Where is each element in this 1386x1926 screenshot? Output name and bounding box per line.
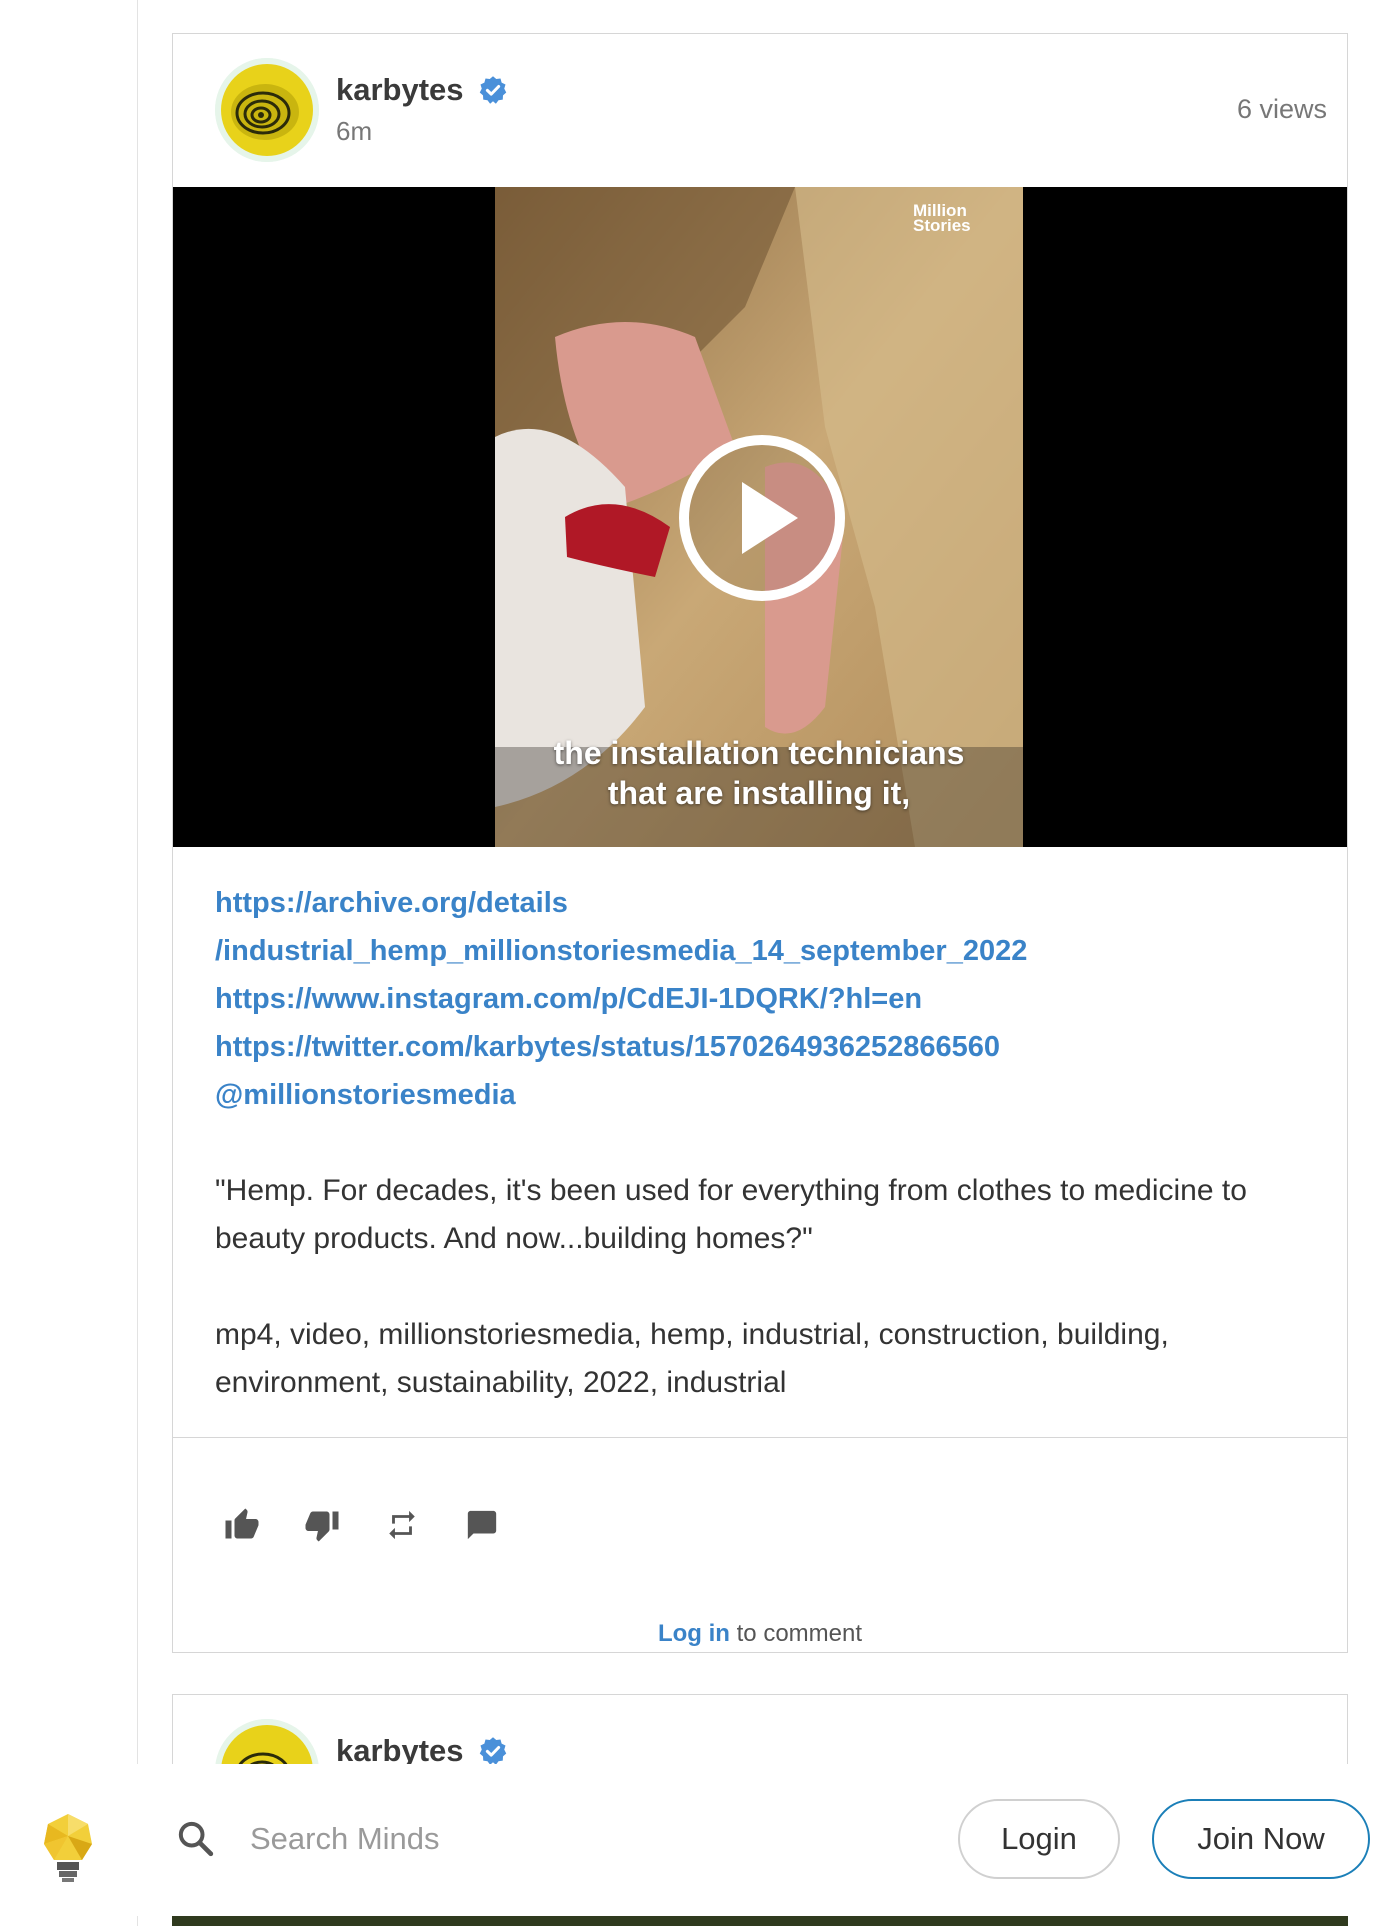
post-header: karbytes 6m 6 views	[173, 34, 1347, 187]
link-twitter[interactable]: https://twitter.com/karbytes/status/1570…	[215, 1023, 1315, 1071]
post-card: karbytes 6m 6 views Million Stories the …	[172, 33, 1348, 1653]
thumbs-up-button[interactable]	[221, 1504, 263, 1546]
video-player[interactable]: Million Stories the installation technic…	[173, 187, 1347, 847]
comment-prompt-text: to comment	[729, 1620, 863, 1647]
link-instagram[interactable]: https://www.instagram.com/p/CdEJI-1DQRK/…	[215, 975, 1315, 1023]
repost-icon	[389, 1510, 415, 1540]
remind-button[interactable]	[381, 1504, 423, 1546]
link-archive-part-1[interactable]: https://archive.org/details	[215, 879, 1315, 927]
play-icon[interactable]	[678, 434, 846, 602]
left-rail	[0, 0, 138, 1926]
minds-logo-icon[interactable]	[42, 1812, 94, 1884]
million-stories-logo: Million Stories	[913, 202, 971, 235]
verified-badge-icon	[478, 75, 508, 105]
thumbs-down-button[interactable]	[301, 1504, 343, 1546]
log-in-link[interactable]: Log in	[658, 1620, 730, 1647]
author-name[interactable]: karbytes	[336, 72, 508, 108]
search-icon[interactable]	[175, 1818, 215, 1858]
verified-badge-icon	[478, 1736, 508, 1766]
next-post-media-peek	[172, 1916, 1348, 1926]
bottom-bar: Login Join Now	[0, 1764, 1386, 1916]
search-input[interactable]	[250, 1814, 850, 1864]
login-button[interactable]: Login	[958, 1799, 1120, 1879]
caption-line-1: the installation technicians	[553, 735, 965, 771]
comment-icon	[467, 1510, 497, 1540]
author-name-text[interactable]: karbytes	[336, 72, 464, 108]
divider	[173, 1437, 1347, 1438]
post-body: https://archive.org/details /industrial_…	[215, 879, 1315, 1407]
video-caption: the installation technicians that are in…	[495, 733, 1023, 813]
comment-prompt: Log in to comment	[173, 1620, 1347, 1648]
comment-button[interactable]	[461, 1504, 503, 1546]
join-now-button[interactable]: Join Now	[1152, 1799, 1370, 1879]
page: karbytes 6m 6 views Million Stories the …	[0, 0, 1386, 1926]
link-archive-part-2[interactable]: /industrial_hemp_millionstoriesmedia_14_…	[215, 927, 1315, 975]
brand-line-2: Stories	[913, 216, 971, 235]
thumbs-up-icon	[225, 1508, 259, 1539]
avatar[interactable]	[215, 58, 319, 162]
view-count: 6 views	[1236, 94, 1327, 124]
post-actions	[221, 1504, 503, 1546]
post-quote: "Hemp. For decades, it's been used for e…	[215, 1174, 1247, 1255]
post-timestamp[interactable]: 6m	[336, 116, 372, 147]
post-tags: mp4, video, millionstoriesmedia, hemp, i…	[215, 1318, 1169, 1399]
caption-line-2: that are installing it,	[607, 775, 911, 811]
mention-millionstoriesmedia[interactable]: @millionstoriesmedia	[215, 1071, 1315, 1119]
thumbs-down-icon	[305, 1511, 339, 1542]
